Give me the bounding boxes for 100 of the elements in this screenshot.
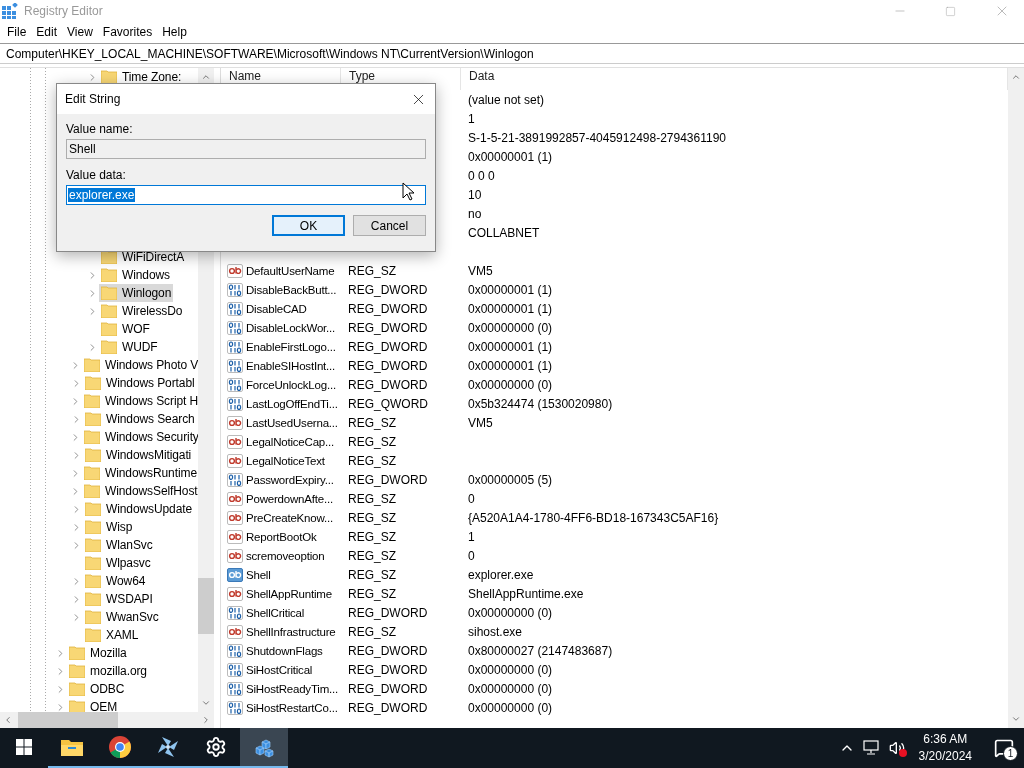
tree-item[interactable]: Windows Search — [83, 410, 197, 428]
value-name[interactable]: SiHostRestartCo... — [246, 701, 338, 714]
value-name[interactable]: DisableBackButt... — [246, 283, 337, 296]
tree-item[interactable]: WiFiDirectA — [99, 248, 187, 266]
value-name[interactable]: LastUsedUserna... — [246, 416, 338, 429]
field-label: Value data: — [66, 168, 127, 182]
tree-item[interactable]: Windows — [99, 266, 172, 284]
value-name[interactable]: EnableFirstLogo... — [246, 340, 336, 353]
tree-item[interactable]: WindowsUpdate — [83, 500, 195, 518]
list-scrollbar[interactable] — [1008, 68, 1024, 728]
scroll-up-icon[interactable] — [201, 72, 211, 82]
scroll-left-icon[interactable] — [3, 715, 13, 725]
maximize-icon[interactable] — [945, 5, 956, 17]
menu-item[interactable]: Edit — [31, 25, 63, 39]
tree-item[interactable]: WwanSvc — [83, 608, 161, 626]
tree-item[interactable]: WOF — [99, 320, 152, 338]
tree-item[interactable]: WindowsMitigati — [83, 446, 194, 464]
value-type: REG_DWORD — [347, 662, 428, 677]
tree-item[interactable]: Windows Script H — [82, 392, 198, 410]
tree-item[interactable]: WindowsRuntime — [82, 464, 198, 482]
clock[interactable]: 6:36 AM 3/20/2024 — [912, 731, 978, 765]
scroll-thumb[interactable] — [198, 578, 214, 634]
value-data: 0x80000027 (2147483687) — [467, 643, 613, 658]
value-name[interactable]: ShellAppRuntime — [246, 587, 332, 600]
tree-item[interactable]: ODBC — [67, 680, 127, 698]
value-name[interactable]: SiHostReadyTim... — [246, 682, 339, 695]
tree-item[interactable]: WirelessDo — [99, 302, 185, 320]
value-name[interactable]: ShellInfrastructure — [246, 625, 336, 638]
value-name[interactable]: PreCreateKnow... — [246, 511, 333, 524]
tree-item[interactable]: Windows Photo V — [82, 356, 198, 374]
tree-item[interactable]: OEM — [67, 698, 120, 712]
value-name-field[interactable]: Shell — [66, 139, 426, 159]
value-name[interactable]: ShellCritical — [246, 606, 305, 619]
value-data-field[interactable]: explorer.exe — [66, 185, 426, 205]
tree-horizontal-scrollbar[interactable] — [0, 712, 214, 728]
tree-item[interactable]: Wow64 — [83, 572, 148, 590]
value-name[interactable]: ShutdownFlags — [246, 644, 323, 657]
value-type: REG_SZ — [347, 586, 396, 601]
scroll-right-icon[interactable] — [201, 715, 211, 725]
dialog-title: Edit String — [65, 92, 121, 106]
value-data: S-1-5-21-3891992857-4045912498-2794361190 — [467, 130, 726, 145]
menu-item[interactable]: Favorites — [97, 25, 158, 39]
menu-item[interactable]: File — [2, 25, 32, 39]
value-data: sihost.exe — [467, 624, 523, 639]
value-name[interactable]: LegalNoticeCap... — [246, 435, 335, 448]
value-data: {A520A1A4-1780-4FF6-BD18-167343C5AF16} — [467, 510, 719, 525]
network-icon[interactable] — [862, 740, 881, 756]
menu-item[interactable]: View — [62, 25, 98, 39]
mouse-pointer-icon — [402, 182, 414, 201]
scroll-thumb[interactable] — [18, 712, 118, 728]
value-type: REG_SZ — [347, 567, 396, 582]
menu-item[interactable]: Help — [157, 25, 192, 39]
value-name[interactable]: DisableLockWor... — [246, 321, 336, 334]
value-data: 0x00000001 (1) — [467, 149, 553, 164]
tree-item[interactable]: mozilla.org — [67, 662, 149, 680]
value-name[interactable]: scremoveoption — [246, 549, 325, 562]
value-name[interactable]: PasswordExpiry... — [246, 473, 334, 486]
folder-icon — [101, 340, 117, 354]
scroll-up-icon[interactable] — [1011, 72, 1021, 82]
value-name[interactable]: SiHostCritical — [246, 663, 313, 676]
folder-icon — [85, 610, 101, 624]
tree-item[interactable]: Winlogon — [99, 284, 174, 302]
dialog-button[interactable]: Cancel — [353, 215, 426, 236]
value-type: REG_DWORD — [347, 339, 428, 354]
value-name[interactable]: ReportBootOk — [246, 530, 317, 543]
value-data: 0x00000000 (0) — [467, 605, 553, 620]
value-name[interactable]: Shell — [246, 568, 271, 581]
scroll-down-icon[interactable] — [201, 698, 211, 708]
tree-item[interactable]: WUDF — [99, 338, 160, 356]
value-data: 0x00000000 (0) — [467, 377, 553, 392]
value-name[interactable]: DefaultUserName — [246, 264, 335, 277]
tree-item[interactable]: WlanSvc — [83, 536, 155, 554]
tree-item[interactable]: WindowsSelfHost — [82, 482, 198, 500]
value-name[interactable]: LegalNoticeText — [246, 454, 325, 467]
value-name[interactable]: EnableSIHostInt... — [246, 359, 336, 372]
volume-muted-icon[interactable] — [888, 740, 905, 756]
value-data: 0x00000001 (1) — [467, 339, 553, 354]
value-name[interactable]: DisableCAD — [246, 302, 307, 315]
tree-item[interactable]: Wisp — [83, 518, 135, 536]
value-name[interactable]: PowerdownAfte... — [246, 492, 333, 505]
value-type: REG_DWORD — [347, 377, 428, 392]
folder-icon — [85, 538, 101, 552]
scroll-down-icon[interactable] — [1011, 714, 1021, 724]
value-data: ShellAppRuntime.exe — [467, 586, 584, 601]
tree-item[interactable]: WSDAPI — [83, 590, 155, 608]
value-type: REG_SZ — [347, 491, 396, 506]
value-name[interactable]: ForceUnlockLog... — [246, 378, 336, 391]
tree-item[interactable]: Mozilla — [67, 644, 129, 662]
tree-item[interactable]: XAML — [83, 626, 141, 644]
tree-item[interactable]: Time Zone: — [99, 68, 184, 86]
tree-item[interactable]: Windows Portabl — [83, 374, 197, 392]
value-data: 0x00000001 (1) — [467, 358, 553, 373]
dialog-button[interactable]: OK — [272, 215, 345, 236]
folder-icon — [84, 466, 100, 480]
tree-item[interactable]: Windows Security — [82, 428, 198, 446]
address-bar[interactable]: Computer\HKEY_LOCAL_MACHINE\SOFTWARE\Microsoft\Windows NT\CurrentVersion\Winlogon — [0, 43, 1024, 64]
app-icon — [2, 3, 18, 19]
tree-item[interactable]: Wlpasvc — [83, 554, 153, 572]
value-data: 0x00000000 (0) — [467, 681, 553, 696]
value-name[interactable]: LastLogOffEndTi... — [246, 397, 338, 410]
